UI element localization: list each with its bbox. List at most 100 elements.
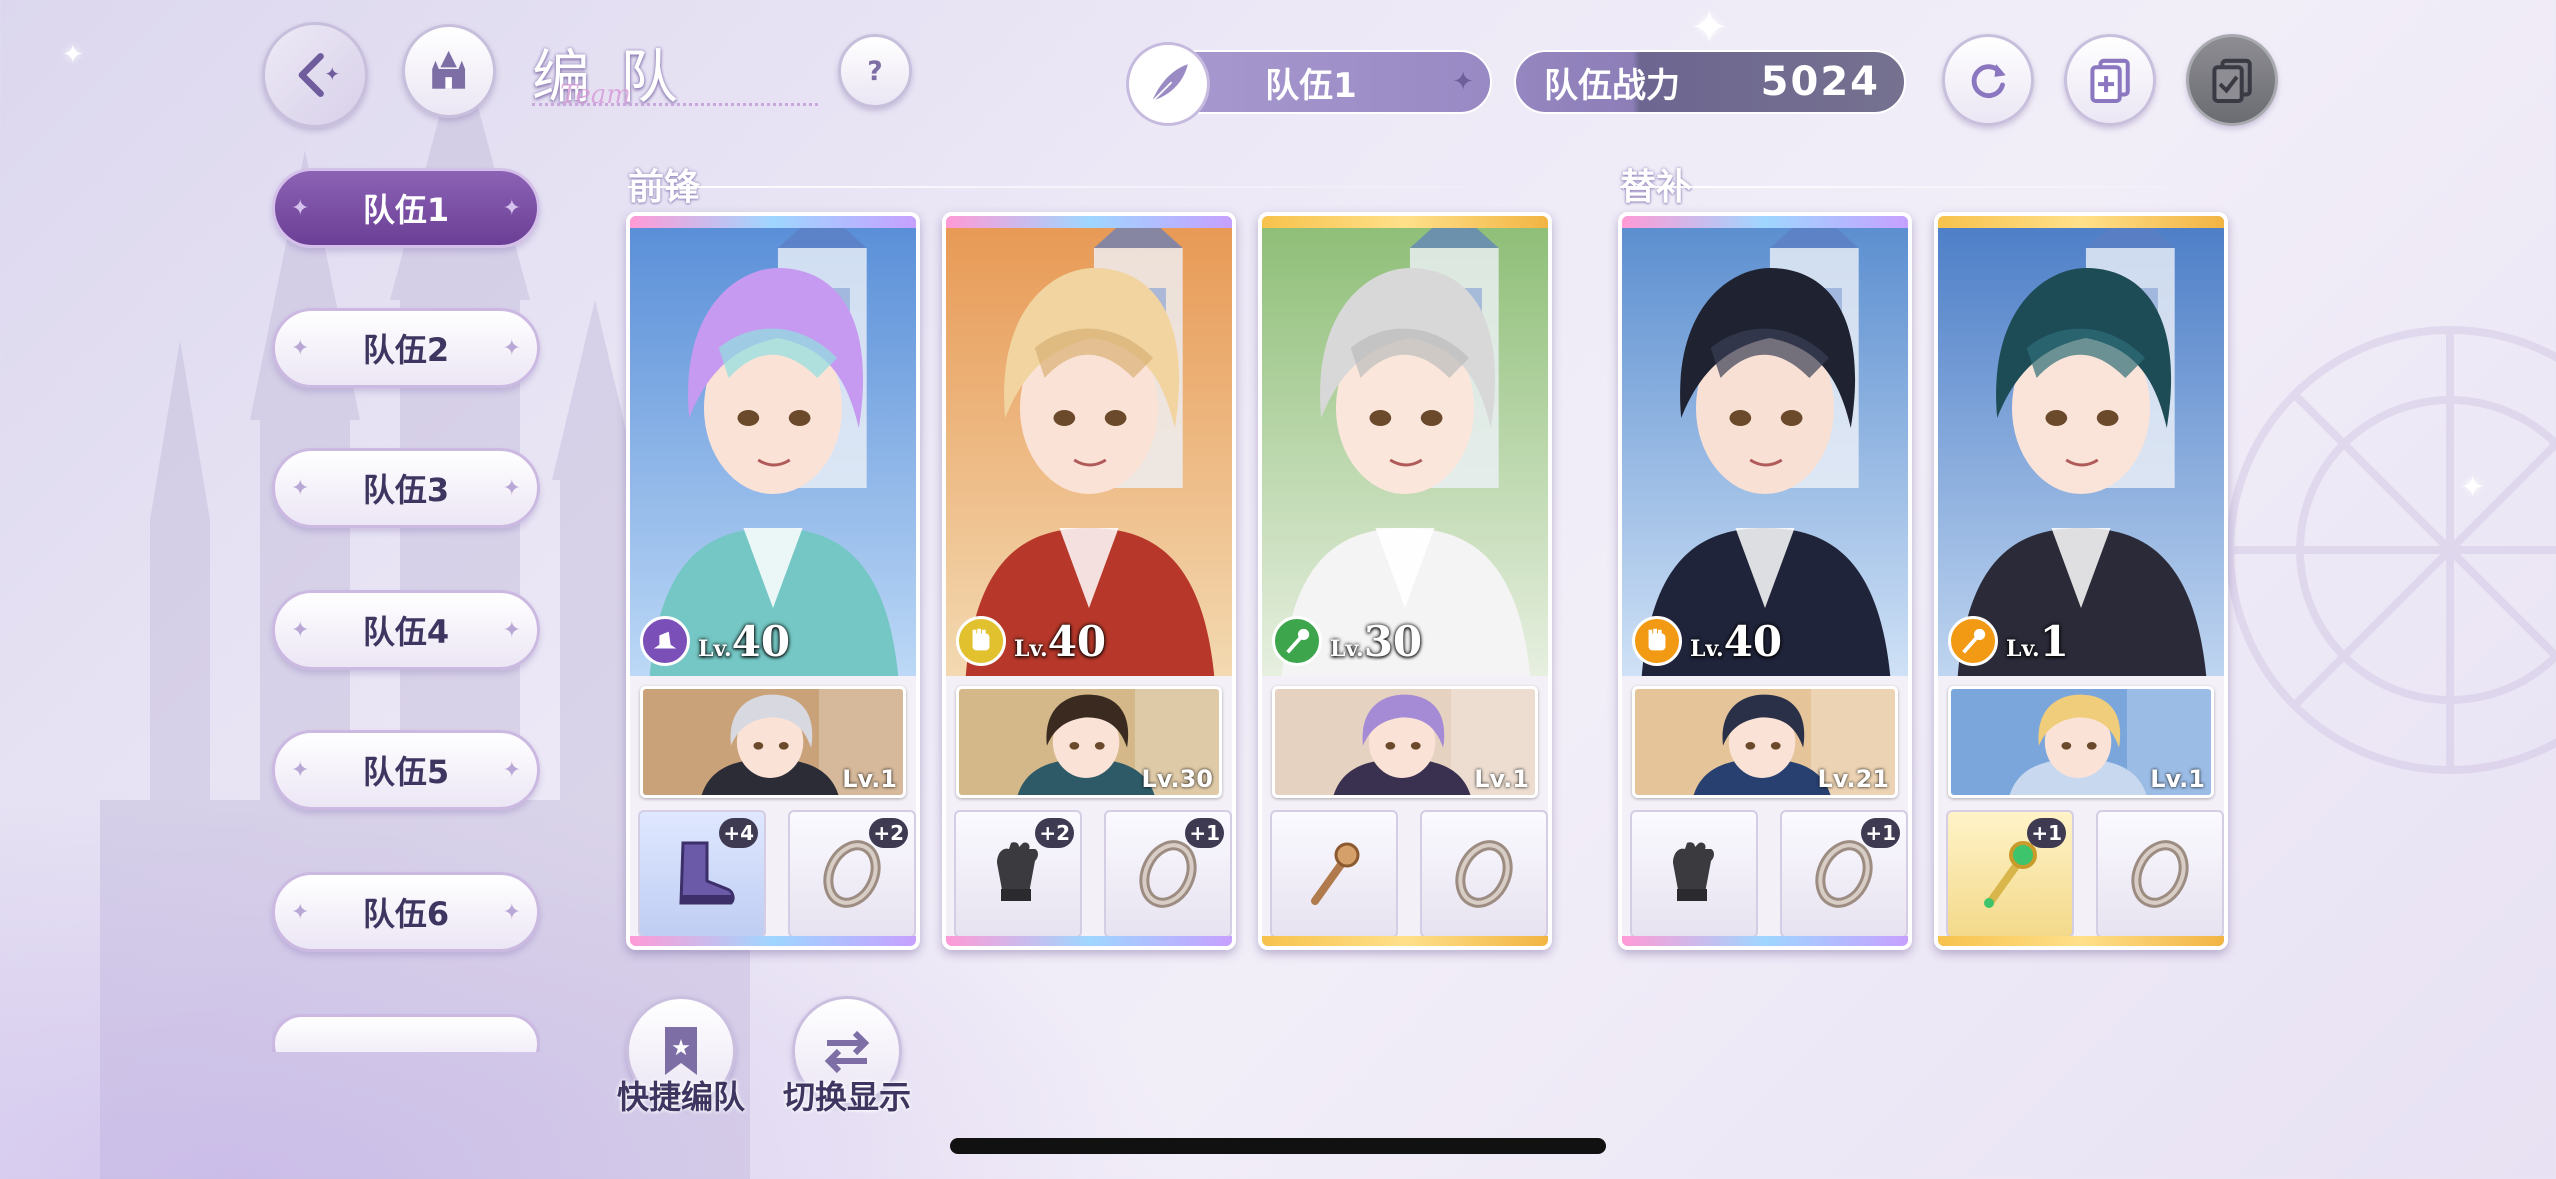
help-button[interactable]: ? [838, 34, 912, 108]
card-frame-bottom [630, 936, 916, 946]
character-portrait [630, 228, 916, 676]
support-level: Lv.21 [1817, 765, 1890, 793]
sparkle-icon: ✦ [291, 475, 310, 501]
card-frame-bottom [1262, 936, 1548, 946]
character-level: Lv.1 [2006, 617, 2069, 666]
support-card[interactable]: Lv.30 [956, 686, 1222, 798]
team-tab-2[interactable]: ✦ 队伍2 ✦ [272, 308, 540, 388]
support-level: Lv.1 [842, 765, 897, 793]
sparkle-icon: ✦ [1452, 67, 1474, 97]
equipment-slot[interactable] [1630, 810, 1758, 938]
team-tab-label: 队伍5 [362, 753, 450, 791]
home-indicator[interactable] [950, 1138, 1606, 1154]
equipment-slot[interactable] [1270, 810, 1398, 938]
sparkle-icon: ✦ [502, 195, 521, 221]
level-value: 40 [1723, 616, 1783, 666]
sparkle-icon: ✦ [1690, 0, 1729, 54]
class-icon [1948, 616, 1998, 666]
enhance-level: +1 [1185, 818, 1224, 848]
scepter-icon [1311, 842, 1360, 905]
fist-icon [1648, 628, 1666, 651]
character-level-row: Lv.40 [1632, 616, 1782, 666]
fist-icon [972, 628, 990, 651]
equipment-slot[interactable] [1420, 810, 1548, 938]
character-level: Lv.40 [698, 617, 790, 666]
team-tab-5[interactable]: ✦ 队伍5 ✦ [272, 730, 540, 810]
support-card[interactable]: Lv.1 [1948, 686, 2214, 798]
refresh-button[interactable] [1942, 34, 2034, 126]
team-power: 队伍战力 5024 [1514, 50, 1906, 114]
team-tab-4[interactable]: ✦ 队伍4 ✦ [272, 590, 540, 670]
support-level: Lv.1 [2150, 765, 2205, 793]
equipment-slot[interactable]: +4 [638, 810, 766, 938]
home-button[interactable] [402, 24, 496, 118]
refresh-icon [1971, 63, 2006, 98]
back-button[interactable]: ✦ [262, 22, 368, 128]
team-tab-1[interactable]: ✦ 队伍1 ✦ [272, 168, 540, 248]
sparkle-icon: ✦ [502, 475, 521, 501]
team-tab-label: 队伍1 [362, 191, 450, 229]
svg-text:★: ★ [671, 1036, 691, 1061]
character-card[interactable]: Lv.30 Lv.1 [1258, 212, 1552, 950]
sparkle-icon: ✦ [502, 335, 521, 361]
level-prefix: Lv. [1330, 635, 1364, 662]
level-value: 40 [1047, 616, 1107, 666]
team-tab-label: 队伍3 [362, 471, 450, 509]
level-prefix: Lv. [2006, 635, 2040, 662]
equipment-slot[interactable]: +2 [788, 810, 916, 938]
character-card[interactable]: Lv.40 Lv.21 +1 [1618, 212, 1912, 950]
card-frame-top [1262, 216, 1548, 228]
character-card[interactable]: Lv.1 Lv.1 +1 [1934, 212, 2228, 950]
question-icon: ? [867, 56, 882, 87]
level-prefix: Lv. [698, 635, 732, 662]
class-icon [1272, 616, 1322, 666]
equipment-slot[interactable] [2096, 810, 2224, 938]
team-tab-label: 队伍4 [362, 613, 450, 651]
equipment-slot[interactable]: +1 [1780, 810, 1908, 938]
sparkle-icon: ✦ [291, 899, 310, 925]
team-selector[interactable]: 队伍1 ✦ [1126, 42, 1492, 126]
front-section-label: 前锋 [628, 166, 701, 208]
level-value: 30 [1363, 616, 1423, 666]
card-frame-top [946, 216, 1232, 228]
section-divider [628, 186, 1548, 188]
section-divider [1620, 186, 2220, 188]
enhance-level: +1 [1861, 818, 1900, 848]
glove-icon [1673, 842, 1714, 901]
equipment-slot[interactable]: +2 [954, 810, 1082, 938]
team-power-value: 5024 [1760, 59, 1880, 105]
switch-display-label: 切换显示 [782, 1078, 911, 1116]
class-icon [1632, 616, 1682, 666]
character-portrait [1262, 228, 1548, 676]
character-level: Lv.40 [1690, 617, 1782, 666]
team-tab-3[interactable]: ✦ 队伍3 ✦ [272, 448, 540, 528]
castle-icon [432, 51, 466, 90]
ring-icon [1455, 840, 1513, 908]
staff-icon [1286, 628, 1310, 654]
back-arrow-icon: ✦ [298, 53, 340, 97]
character-card[interactable]: Lv.40 Lv.30 +2 +1 [942, 212, 1236, 950]
quick-team-label: 快捷编队 [616, 1078, 745, 1116]
sparkle-icon: ✦ [291, 617, 310, 643]
sparkle-icon: ✦ [502, 617, 521, 643]
support-card[interactable]: Lv.21 [1632, 686, 1898, 798]
character-card[interactable]: Lv.40 Lv.1 +4 +2 [626, 212, 920, 950]
apply-team-button[interactable] [2186, 34, 2278, 126]
team-tab-label: 队伍6 [362, 895, 450, 933]
class-icon [956, 616, 1006, 666]
support-card[interactable]: Lv.1 [1272, 686, 1538, 798]
team-tab-6[interactable]: ✦ 队伍6 ✦ [272, 872, 540, 952]
support-card[interactable]: Lv.1 [640, 686, 906, 798]
staff-icon [1962, 628, 1986, 654]
equipment-slot[interactable]: +1 [1104, 810, 1232, 938]
equipment-slot[interactable]: +1 [1946, 810, 2074, 938]
level-value: 1 [2039, 616, 2069, 666]
level-prefix: Lv. [1690, 635, 1724, 662]
card-frame-bottom [946, 936, 1232, 946]
card-frame-bottom [1622, 936, 1908, 946]
title-script: Team [560, 80, 631, 110]
copy-team-button[interactable] [2064, 34, 2156, 126]
card-frame-top [1622, 216, 1908, 228]
sparkle-icon: ✦ [291, 195, 310, 221]
character-level-row: Lv.30 [1272, 616, 1422, 666]
